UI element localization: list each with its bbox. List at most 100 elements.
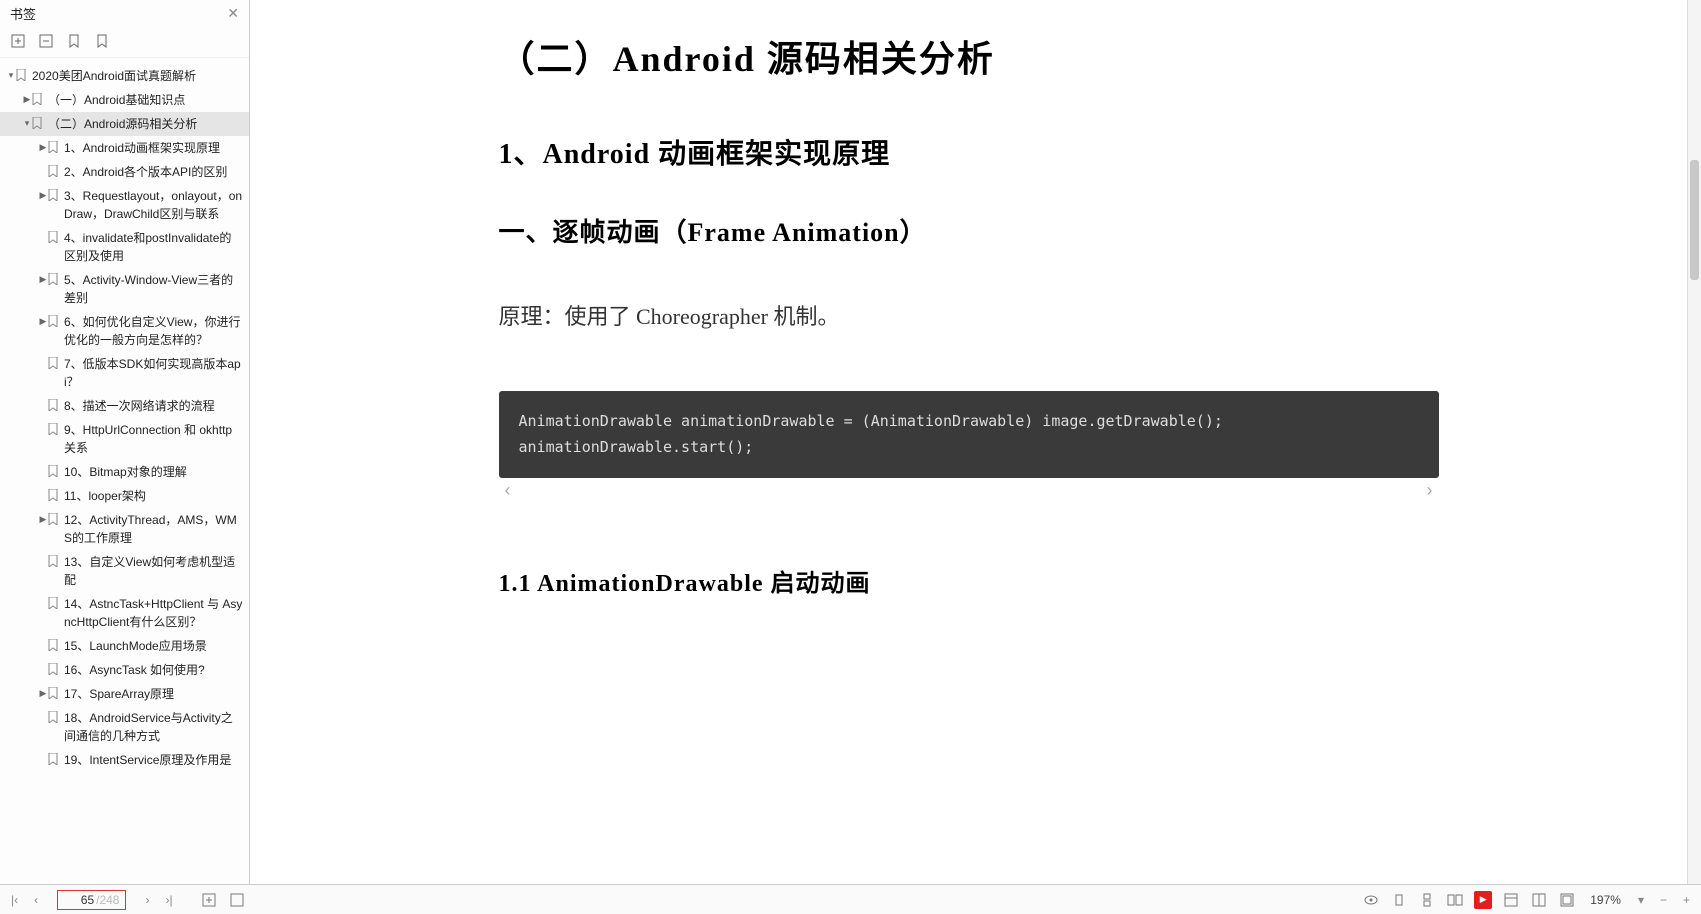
bookmark-item-icon <box>48 423 60 435</box>
paragraph: 原理：使用了 Choreographer 机制。 <box>499 299 1439 331</box>
tree-item-label: 3、Requestlayout，onlayout，onDraw，DrawChil… <box>64 187 243 223</box>
vertical-scrollbar[interactable] <box>1687 0 1701 884</box>
twisty-icon[interactable]: ▾ <box>22 117 32 131</box>
tree-item-label: 13、自定义View如何考虑机型适配 <box>64 553 243 589</box>
tree-item-label: 11、looper架构 <box>64 487 243 505</box>
twisty-icon[interactable]: ▶ <box>38 687 48 701</box>
tree-item-label: 16、AsyncTask 如何使用? <box>64 661 243 679</box>
play-button[interactable]: ▶ <box>1474 891 1492 909</box>
bookmark-item-icon <box>48 141 60 153</box>
tree-root[interactable]: ▾ 2020美团Android面试真题解析 <box>0 64 249 88</box>
expand-all-icon[interactable] <box>10 33 26 49</box>
continuous-page-icon[interactable] <box>1418 891 1436 909</box>
layout-b-icon[interactable] <box>1530 891 1548 909</box>
tree-item[interactable]: 19、IntentService原理及作用是 <box>0 748 249 772</box>
page-number-input[interactable]: 65 /248 <box>57 890 126 910</box>
bookmark-item-icon <box>48 399 60 411</box>
tree-item-label: 8、描述一次网络请求的流程 <box>64 397 243 415</box>
next-page-button[interactable]: › <box>142 891 152 909</box>
bookmark-item-icon <box>48 231 60 243</box>
bookmark-item-icon <box>48 465 60 477</box>
tree-item[interactable]: 9、HttpUrlConnection 和 okhttp关系 <box>0 418 249 460</box>
bookmark-ribbon-icon[interactable] <box>94 33 110 49</box>
bookmark-item-icon <box>48 639 60 651</box>
twisty-icon[interactable]: ▶ <box>38 315 48 329</box>
zoom-dropdown-icon[interactable]: ▾ <box>1635 891 1647 909</box>
layout-a-icon[interactable] <box>1502 891 1520 909</box>
code-block: AnimationDrawable animationDrawable = (A… <box>499 391 1439 503</box>
bookmark-item-icon <box>48 273 60 285</box>
zoom-out-button[interactable]: − <box>1657 891 1670 909</box>
bookmark-item-icon <box>48 753 60 765</box>
tree-item-label: 14、AstncTask+HttpClient 与 AsyncHttpClien… <box>64 595 243 631</box>
sidebar-title: 书签 <box>10 4 36 23</box>
tree-item[interactable]: ▶ 12、ActivityThread，AMS，WMS的工作原理 <box>0 508 249 550</box>
tree-item[interactable]: ▶ 5、Activity-Window-View三者的差别 <box>0 268 249 310</box>
current-page: 65 <box>64 893 94 907</box>
tree-item[interactable]: ▶ 3、Requestlayout，onlayout，onDraw，DrawChi… <box>0 184 249 226</box>
tree-item[interactable]: 2、Android各个版本API的区别 <box>0 160 249 184</box>
fit-page-icon[interactable] <box>200 891 218 909</box>
tree-item[interactable]: 8、描述一次网络请求的流程 <box>0 394 249 418</box>
section-heading-1: 1、Android 动画框架实现原理 <box>499 132 1439 172</box>
sidebar-toolbar <box>0 27 249 58</box>
bookmark-item-icon <box>48 165 60 177</box>
document-viewport[interactable]: （二）Android 源码相关分析 1、Android 动画框架实现原理 一、逐… <box>250 0 1687 884</box>
code-prev-icon[interactable]: ‹ <box>505 480 511 501</box>
twisty-icon[interactable]: ▶ <box>22 93 32 107</box>
tree-item-label: 1、Android动画框架实现原理 <box>64 139 243 157</box>
tree-item[interactable]: 10、Bitmap对象的理解 <box>0 460 249 484</box>
code-content: AnimationDrawable animationDrawable = (A… <box>499 391 1439 478</box>
tree-item-label: 9、HttpUrlConnection 和 okhttp关系 <box>64 421 243 457</box>
bookmark-item-icon <box>48 687 60 699</box>
tree-item-label: 7、低版本SDK如何实现高版本api？ <box>64 355 243 391</box>
tree-item[interactable]: ▶ 1、Android动画框架实现原理 <box>0 136 249 160</box>
tree-item[interactable]: ▶（一）Android基础知识点 <box>0 88 249 112</box>
bookmark-item-icon <box>48 711 60 723</box>
fit-width-icon[interactable] <box>228 891 246 909</box>
eye-icon[interactable] <box>1362 891 1380 909</box>
bookmark-item-icon <box>48 663 60 675</box>
layout-c-icon[interactable] <box>1558 891 1576 909</box>
tree-item-label: 5、Activity-Window-View三者的差别 <box>64 271 243 307</box>
two-page-icon[interactable] <box>1446 891 1464 909</box>
scrollbar-thumb[interactable] <box>1690 160 1699 280</box>
code-next-icon[interactable]: › <box>1427 480 1433 501</box>
twisty-icon[interactable]: ▶ <box>38 273 48 287</box>
tree-item[interactable]: 14、AstncTask+HttpClient 与 AsyncHttpClien… <box>0 592 249 634</box>
collapse-all-icon[interactable] <box>38 33 54 49</box>
bookmark-icon[interactable] <box>66 33 82 49</box>
tree-item-label: 6、如何优化自定义View，你进行优化的一般方向是怎样的？ <box>64 313 243 349</box>
tree-item[interactable]: 13、自定义View如何考虑机型适配 <box>0 550 249 592</box>
bookmark-item-icon <box>32 117 44 129</box>
document-page: （二）Android 源码相关分析 1、Android 动画框架实现原理 一、逐… <box>439 0 1499 884</box>
zoom-in-button[interactable]: + <box>1680 891 1693 909</box>
tree-item[interactable]: 4、invalidate和postInvalidate的区别及使用 <box>0 226 249 268</box>
twisty-icon[interactable]: ▶ <box>38 513 48 527</box>
bookmark-item-icon <box>48 513 60 525</box>
tree-item-label: 10、Bitmap对象的理解 <box>64 463 243 481</box>
tree-item-label: 12、ActivityThread，AMS，WMS的工作原理 <box>64 511 243 547</box>
section-heading-2: 一、逐帧动画（Frame Animation） <box>499 212 1439 249</box>
tree-item[interactable]: 16、AsyncTask 如何使用? <box>0 658 249 682</box>
last-page-button[interactable]: ›| <box>162 891 175 909</box>
twisty-icon[interactable]: ▶ <box>38 189 48 203</box>
tree-item[interactable]: 18、AndroidService与Activity之间通信的几种方式 <box>0 706 249 748</box>
tree-item[interactable]: 15、LaunchMode应用场景 <box>0 634 249 658</box>
tree-item-label: 4、invalidate和postInvalidate的区别及使用 <box>64 229 243 265</box>
bookmark-item-icon <box>16 69 28 81</box>
tree-item[interactable]: ▾（二）Android源码相关分析 <box>0 112 249 136</box>
tree-item[interactable]: ▶ 6、如何优化自定义View，你进行优化的一般方向是怎样的？ <box>0 310 249 352</box>
tree-item[interactable]: ▶17、SpareArray原理 <box>0 682 249 706</box>
first-page-button[interactable]: |‹ <box>8 891 21 909</box>
twisty-icon[interactable]: ▶ <box>38 141 48 155</box>
tree-item[interactable]: 11、looper架构 <box>0 484 249 508</box>
close-sidebar-button[interactable]: ✕ <box>227 5 239 22</box>
bookmark-item-icon <box>48 489 60 501</box>
tree-item[interactable]: 7、低版本SDK如何实现高版本api？ <box>0 352 249 394</box>
status-bar: |‹ ‹ 65 /248 › ›| ▶ 197% ▾ − + <box>0 884 1701 914</box>
single-page-icon[interactable] <box>1390 891 1408 909</box>
twisty-icon[interactable]: ▾ <box>6 69 16 83</box>
prev-page-button[interactable]: ‹ <box>31 891 41 909</box>
zoom-level: 197% <box>1590 893 1621 907</box>
